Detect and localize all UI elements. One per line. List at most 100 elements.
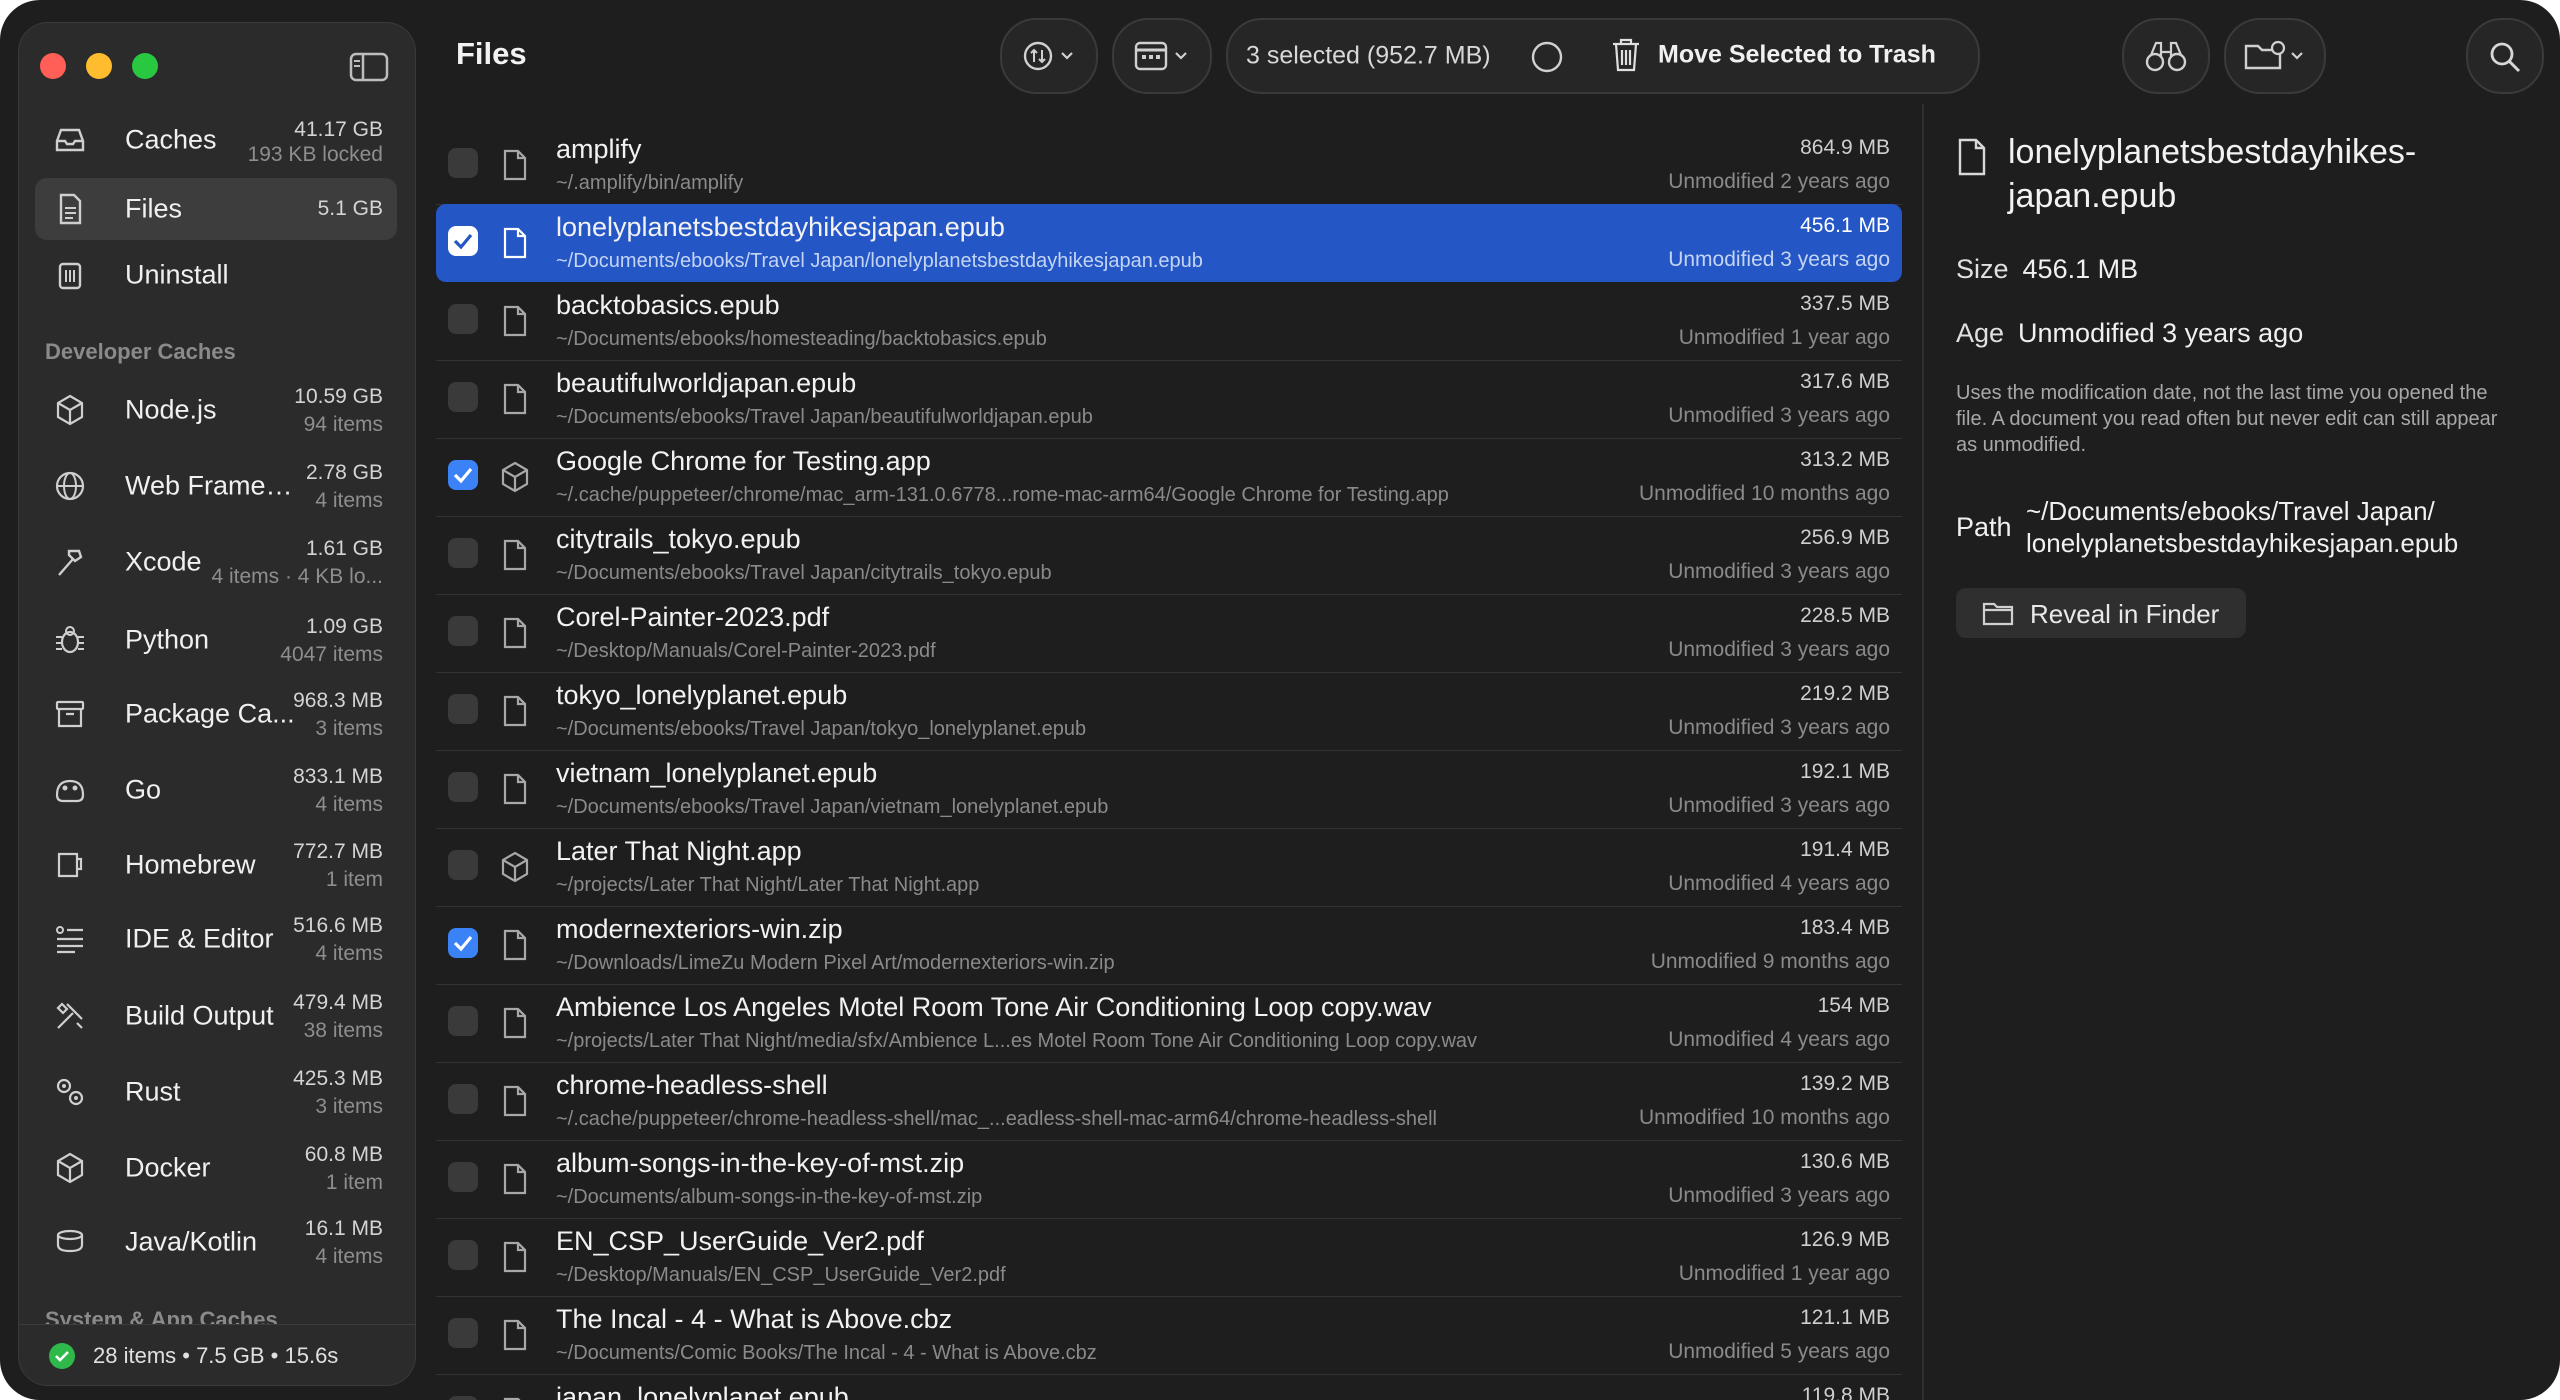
search-button[interactable] (2466, 18, 2544, 94)
row-checkbox[interactable] (448, 226, 478, 256)
sidebar-item-rust[interactable]: Rust 425.3 MB 3 items (35, 1061, 397, 1123)
file-name: album-songs-in-the-key-of-mst.zip (556, 1148, 965, 1178)
minimize-window-button[interactable] (86, 53, 112, 79)
folder-settings-button[interactable] (2224, 18, 2326, 94)
success-check-icon (49, 1343, 75, 1369)
sidebar-item-size: 10.59 GB (294, 385, 383, 408)
table-row[interactable]: backtobasics.epub ~/Documents/ebooks/home… (436, 282, 1902, 361)
row-checkbox[interactable] (448, 772, 478, 802)
sidebar-item-size: 772.7 MB (293, 840, 383, 863)
row-checkbox[interactable] (448, 1318, 478, 1348)
row-checkbox[interactable] (448, 1240, 478, 1270)
scan-summary: 28 items • 7.5 GB • 15.6s (93, 1343, 339, 1368)
document-icon (59, 193, 82, 225)
sidebar-item-sub: 4 items · 4 KB lo... (211, 565, 383, 588)
file-path: ~/.cache/puppeteer/chrome/mac_arm-131.0.… (556, 484, 1449, 506)
close-window-button[interactable] (40, 53, 66, 79)
row-checkbox[interactable] (448, 928, 478, 958)
table-row[interactable]: Ambience Los Angeles Motel Room Tone Air… (436, 984, 1902, 1063)
row-checkbox[interactable] (448, 1162, 478, 1192)
sidebar-item-files[interactable]: Files 5.1 GB (35, 178, 397, 240)
file-size: 864.9 MB (1800, 136, 1890, 159)
sidebar-item-go[interactable]: Go 833.1 MB 4 items (35, 759, 397, 821)
sidebar-item-package-caches[interactable]: Package Ca... 968.3 MB 3 items (35, 683, 397, 745)
row-checkbox[interactable] (448, 694, 478, 724)
table-row[interactable]: amplify ~/.amplify/bin/amplify 864.9 MB Unm… (436, 126, 1902, 205)
reveal-in-finder-button[interactable]: Reveal in Finder (1956, 588, 2246, 638)
pane-divider[interactable] (1922, 104, 1924, 1400)
row-checkbox[interactable] (448, 1084, 478, 1114)
sidebar-item-caches[interactable]: Caches 41.17 GB 193 KB locked (35, 109, 397, 171)
file-size: 191.4 MB (1800, 838, 1890, 861)
file-age: Unmodified 5 years ago (1668, 1340, 1890, 1363)
row-checkbox[interactable] (448, 850, 478, 880)
detail-note: Uses the modification date, not the last… (1956, 382, 2498, 456)
sidebar-item-nodejs[interactable]: Node.js 10.59 GB 94 items (35, 379, 397, 441)
selection-summary: 3 selected (952.7 MB) (1246, 41, 1491, 70)
sidebar-item-sub: 94 items (303, 413, 383, 436)
sidebar-item-build-output[interactable]: Build Output 479.4 MB 38 items (35, 985, 397, 1047)
row-checkbox[interactable] (448, 538, 478, 568)
file-name: amplify (556, 134, 642, 164)
file-list: amplify ~/.amplify/bin/amplify 864.9 MB Unm… (436, 126, 1902, 1400)
sidebar-item-java-kotlin[interactable]: Java/Kotlin 16.1 MB 4 items (35, 1211, 397, 1273)
row-checkbox[interactable] (448, 304, 478, 334)
gears-icon (56, 1078, 84, 1106)
find-button[interactable] (2122, 18, 2210, 94)
sidebar-footer: 28 items • 7.5 GB • 15.6s (19, 1324, 415, 1385)
list-icon (56, 926, 83, 954)
section-header-developer: Developer Caches (45, 339, 236, 364)
file-name: japan_lonelyplanet.epub (556, 1382, 849, 1400)
document-icon (503, 617, 527, 649)
sidebar-item-label: Go (125, 774, 162, 805)
row-checkbox[interactable] (448, 382, 478, 412)
row-checkbox[interactable] (448, 148, 478, 178)
row-checkbox[interactable] (448, 1006, 478, 1036)
checkmark-icon (453, 467, 473, 484)
file-age: Unmodified 3 years ago (1668, 248, 1890, 271)
detail-title: lonelyplanetsbestdayhikes-japan.epub (2008, 133, 2417, 215)
table-row[interactable]: The Incal - 4 - What is Above.cbz ~/Docum… (436, 1296, 1902, 1375)
file-name: tokyo_lonelyplanet.epub (556, 680, 848, 710)
move-to-trash-button[interactable]: Move Selected to Trash (1608, 28, 1968, 82)
container-icon (56, 1152, 84, 1184)
table-row[interactable]: chrome-headless-shell ~/.cache/puppeteer/… (436, 1062, 1902, 1141)
document-icon (503, 1163, 527, 1195)
selection-bar: 3 selected (952.7 MB) Move Selected to T… (1226, 18, 1980, 94)
table-row[interactable]: EN_CSP_UserGuide_Ver2.pdf ~/Desktop/Manua… (436, 1218, 1902, 1297)
sidebar-item-uninstall[interactable]: Uninstall (35, 244, 397, 306)
sidebar-item-homebrew[interactable]: Homebrew 772.7 MB 1 item (35, 834, 397, 896)
file-path: ~/.cache/puppeteer/chrome-headless-shell… (556, 1108, 1437, 1130)
table-row[interactable]: lonelyplanetsbestdayhikesjapan.epub ~/Doc… (436, 204, 1902, 282)
row-checkbox[interactable] (448, 616, 478, 646)
sidebar-item-docker[interactable]: Docker 60.8 MB 1 item (35, 1137, 397, 1199)
table-row[interactable]: tokyo_lonelyplanet.epub ~/Documents/ebook… (436, 672, 1902, 751)
table-row[interactable]: modernexteriors-win.zip ~/Downloads/LimeZ… (436, 906, 1902, 985)
table-row[interactable]: Google Chrome for Testing.app ~/.cache/pu… (436, 438, 1902, 517)
sidebar-item-label: Uninstall (125, 259, 229, 290)
table-row[interactable]: beautifulworldjapan.epub ~/Documents/eboo… (436, 360, 1902, 439)
row-checkbox[interactable] (448, 460, 478, 490)
detail-size-row: Size 456.1 MB (1956, 254, 2138, 285)
table-row[interactable]: citytrails_tokyo.epub ~/Documents/ebooks/… (436, 516, 1902, 595)
sort-menu-button[interactable] (1000, 18, 1098, 94)
zoom-window-button[interactable] (132, 53, 158, 79)
sidebar-item-label: Xcode (125, 546, 202, 577)
sidebar-item-ide-editor[interactable]: IDE & Editor 516.6 MB 4 items (35, 908, 397, 970)
sidebar-item-xcode[interactable]: Xcode 1.61 GB 4 items · 4 KB lo... (35, 531, 397, 593)
sidebar-item-size: 1.09 GB (305, 615, 383, 638)
sidebar-item-python[interactable]: Python 1.09 GB 4047 items (35, 609, 397, 671)
table-row[interactable]: Corel-Painter-2023.pdf ~/Desktop/Manuals/… (436, 594, 1902, 673)
deselect-circle-icon[interactable] (1530, 40, 1564, 74)
file-path: ~/Documents/ebooks/Travel Japan/tokyo_lo… (556, 718, 1087, 740)
document-icon (503, 539, 527, 571)
row-checkbox[interactable] (448, 1396, 478, 1400)
document-icon (503, 1397, 521, 1400)
table-row[interactable]: album-songs-in-the-key-of-mst.zip ~/Docum… (436, 1140, 1902, 1219)
table-row[interactable]: vietnam_lonelyplanet.epub ~/Documents/ebo… (436, 750, 1902, 829)
sidebar-toggle-icon[interactable] (349, 51, 389, 83)
date-filter-button[interactable] (1112, 18, 1212, 94)
table-row[interactable]: Later That Night.app ~/projects/Later Tha… (436, 828, 1902, 907)
sidebar-item-web-frameworks[interactable]: Web Framew... 2.78 GB 4 items (35, 455, 397, 517)
table-row[interactable]: japan_lonelyplanet.epub 119.8 MB (436, 1374, 1902, 1400)
